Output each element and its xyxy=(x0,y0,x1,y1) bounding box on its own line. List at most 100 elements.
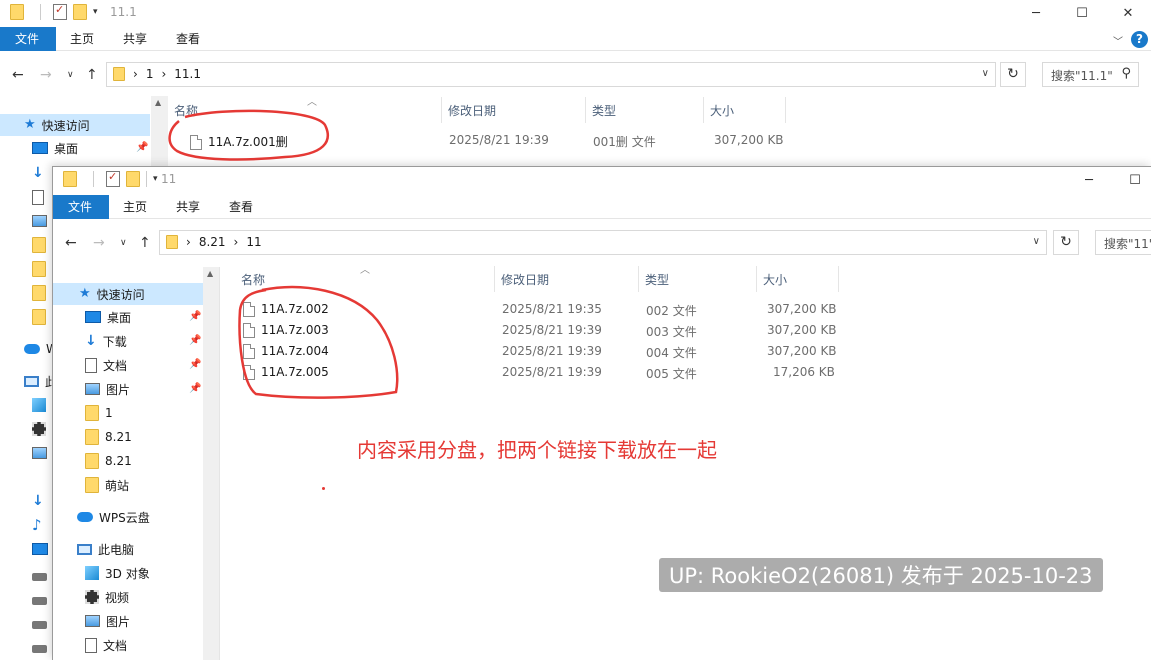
expand-ribbon-icon[interactable]: ﹀ xyxy=(1113,33,1123,48)
sidebar-item-folder[interactable] xyxy=(32,258,46,280)
file-type-cell: 002 文件 xyxy=(646,304,697,318)
help-icon[interactable]: ? xyxy=(1131,31,1148,48)
sidebar-item-desktop[interactable]: 桌面 xyxy=(85,306,131,328)
properties-icon[interactable] xyxy=(53,3,67,20)
breadcrumb-separator: › xyxy=(186,235,191,249)
column-header-modified[interactable]: 修改日期 xyxy=(442,97,586,123)
back-button[interactable]: ← xyxy=(65,235,77,251)
file-size-cell: 17,206 KB xyxy=(773,365,835,379)
minimize-button[interactable]: ─ xyxy=(1066,167,1112,193)
download-icon: ↓ xyxy=(32,165,44,181)
breadcrumb-separator: › xyxy=(233,235,239,249)
sidebar-item-folder[interactable] xyxy=(32,234,46,256)
address-dropdown-icon[interactable]: ∨ xyxy=(1033,236,1040,247)
address-dropdown-icon[interactable]: ∨ xyxy=(982,68,989,79)
address-bar[interactable]: › 1 › 11.1 ∨ xyxy=(106,62,996,87)
forward-button[interactable]: → xyxy=(40,67,52,83)
tab-share[interactable]: 共享 xyxy=(110,27,160,51)
breadcrumb-item[interactable]: 11 xyxy=(246,235,261,249)
recent-locations-icon[interactable]: ∨ xyxy=(67,70,74,80)
tab-view[interactable]: 查看 xyxy=(216,195,266,219)
sidebar-item-folder-mengzhan[interactable]: 萌站 xyxy=(85,474,129,496)
forward-button[interactable]: → xyxy=(93,235,105,251)
sidebar-item-documents[interactable]: 文档 xyxy=(85,354,127,376)
sidebar-item-3d-objects[interactable]: 3D 对象 xyxy=(85,562,150,584)
breadcrumb-item[interactable]: 11.1 xyxy=(174,67,201,81)
sidebar-item-pictures[interactable] xyxy=(32,210,47,232)
sidebar-item-label: 快速访问 xyxy=(41,118,90,133)
file-type-cell: 003 文件 xyxy=(646,325,697,339)
annotation-text: 内容采用分盘，把两个链接下载放在一起 xyxy=(357,438,717,462)
sidebar-item-drive[interactable] xyxy=(32,638,47,660)
sidebar-item-quick-access[interactable]: ★ 快速访问 xyxy=(0,114,150,136)
up-button[interactable]: ↑ xyxy=(86,67,98,83)
sidebar-item-pictures[interactable]: 图片 xyxy=(85,610,130,632)
cloud-icon xyxy=(77,512,93,522)
close-button[interactable]: ✕ xyxy=(1105,0,1151,26)
refresh-button[interactable]: ↻ xyxy=(1000,62,1026,87)
new-folder-icon[interactable] xyxy=(73,4,87,20)
sidebar-item-music[interactable]: ♪ xyxy=(32,514,42,536)
tab-home[interactable]: 主页 xyxy=(57,27,107,51)
sidebar-scrollbar[interactable]: ▲ xyxy=(203,267,220,660)
tab-file[interactable]: 文件 xyxy=(53,195,109,219)
maximize-button[interactable]: ☐ xyxy=(1112,167,1151,193)
sidebar-item-label: 文档 xyxy=(103,358,128,373)
sidebar-item-folder-1[interactable]: 1 xyxy=(85,402,113,424)
properties-icon[interactable] xyxy=(106,170,120,187)
customize-dropdown-icon[interactable]: ▾ xyxy=(93,7,98,17)
search-input[interactable]: 搜索"11" xyxy=(1095,230,1151,255)
search-input[interactable]: 搜索"11.1" ⚲ xyxy=(1042,62,1139,87)
sidebar-item-folder-8-21[interactable]: 8.21 xyxy=(85,450,132,472)
scroll-up-icon[interactable]: ▲ xyxy=(207,269,213,278)
sidebar-item-downloads[interactable]: ↓ 下载 xyxy=(85,330,127,352)
tab-view[interactable]: 查看 xyxy=(163,27,213,51)
customize-dropdown-icon[interactable]: ▾ xyxy=(153,174,158,184)
refresh-button[interactable]: ↻ xyxy=(1053,230,1079,255)
column-header-size[interactable]: 大小 xyxy=(704,97,786,123)
file-modified-cell: 2025/8/21 19:39 xyxy=(449,133,549,147)
sidebar-item-folder[interactable] xyxy=(32,306,46,328)
up-button[interactable]: ↑ xyxy=(139,235,151,251)
sidebar-item-drive[interactable] xyxy=(32,614,47,636)
sidebar-item-drive[interactable] xyxy=(32,590,47,612)
back-button[interactable]: ← xyxy=(12,67,24,83)
tab-home[interactable]: 主页 xyxy=(110,195,160,219)
column-header-modified[interactable]: 修改日期 xyxy=(495,266,639,292)
column-header-type[interactable]: 类型 xyxy=(639,266,757,292)
tab-file[interactable]: 文件 xyxy=(0,27,56,51)
sidebar-item-folder[interactable] xyxy=(32,282,46,304)
column-header-size[interactable]: 大小 xyxy=(757,266,839,292)
breadcrumb-separator: › xyxy=(161,67,167,81)
column-header-type[interactable]: 类型 xyxy=(586,97,704,123)
navigation-bar: ← → ∨ ↑ › 1 › 11.1 ∨ ↻ 搜索"11.1" ⚲ xyxy=(0,55,1151,95)
breadcrumb-item[interactable]: 8.21 xyxy=(199,235,226,249)
address-bar[interactable]: › 8.21 › 11 ∨ xyxy=(159,230,1047,255)
breadcrumb-item[interactable]: 1 xyxy=(146,67,154,81)
minimize-button[interactable]: ─ xyxy=(1013,0,1059,26)
maximize-button[interactable]: ☐ xyxy=(1059,0,1105,26)
sidebar-item-desktop[interactable] xyxy=(32,538,48,560)
drive-icon xyxy=(32,573,47,581)
sidebar-item-videos[interactable]: 视频 xyxy=(85,586,129,608)
sidebar-item-pictures[interactable]: 图片 xyxy=(85,378,130,400)
tab-share[interactable]: 共享 xyxy=(163,195,213,219)
sidebar-item-folder-8-21[interactable]: 8.21 xyxy=(85,426,132,448)
sidebar-item-video[interactable] xyxy=(32,418,46,440)
sidebar-item-pictures[interactable] xyxy=(32,442,47,464)
sidebar-item-download[interactable]: ↓ xyxy=(32,162,44,184)
sidebar-item-wps-cloud[interactable]: WPS云盘 xyxy=(77,506,150,528)
recent-locations-icon[interactable]: ∨ xyxy=(120,238,127,248)
sidebar-item-documents[interactable] xyxy=(32,186,44,208)
sidebar-item-desktop[interactable]: 桌面 xyxy=(32,137,78,159)
new-folder-icon[interactable] xyxy=(126,171,140,187)
folder-icon xyxy=(85,405,99,421)
sidebar-item-3d[interactable] xyxy=(32,394,46,416)
scroll-up-icon[interactable]: ▲ xyxy=(155,98,161,107)
sidebar-item-download[interactable]: ↓ xyxy=(32,490,44,512)
sidebar-item-this-pc[interactable]: 此电脑 xyxy=(77,538,134,560)
sidebar-item-label: 1 xyxy=(105,406,113,420)
sidebar-item-documents[interactable]: 文档 xyxy=(85,634,127,656)
sidebar-item-drive[interactable] xyxy=(32,566,47,588)
sidebar-item-quick-access[interactable]: ★ 快速访问 xyxy=(53,283,203,305)
